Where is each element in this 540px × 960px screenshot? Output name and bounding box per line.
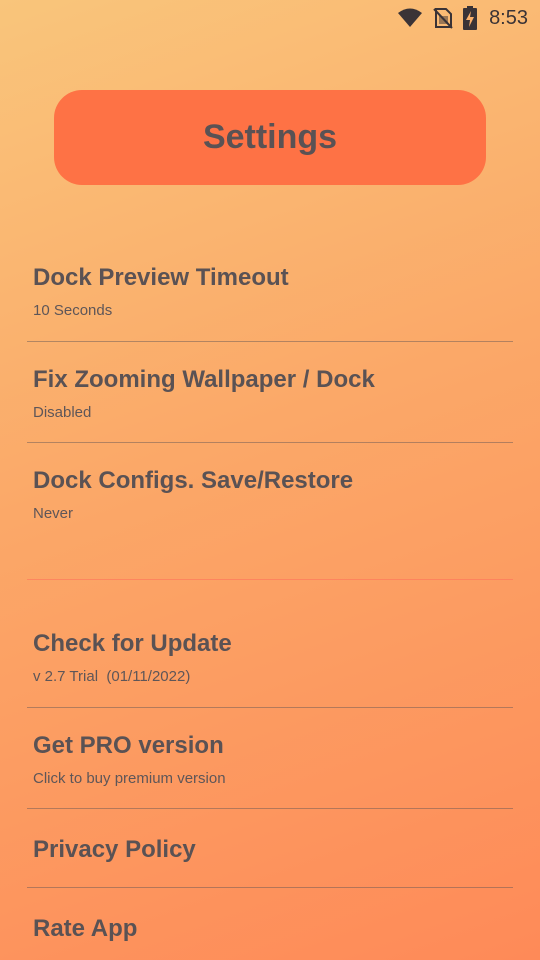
setting-subtitle: 10 Seconds [33,302,113,319]
setting-dock-configs-save-restore[interactable]: Dock Configs. Save/Restore Never [27,443,513,580]
status-time: 8:53 [489,6,528,29]
status-bar: 8:53 [0,0,540,36]
setting-rate-app[interactable]: Rate App [27,888,513,960]
setting-dock-preview-timeout[interactable]: Dock Preview Timeout 10 Seconds [27,240,513,342]
setting-title: Privacy Policy [33,836,196,863]
setting-title: Dock Configs. Save/Restore [33,467,354,494]
setting-get-pro-version[interactable]: Get PRO version Click to buy premium ver… [27,708,513,809]
setting-title: Dock Preview Timeout [33,264,289,291]
wifi-icon [397,8,423,28]
setting-subtitle: Click to buy premium version [33,770,226,787]
setting-subtitle: Never [33,505,74,522]
setting-title: Check for Update [33,630,232,657]
setting-title: Fix Zooming Wallpaper / Dock [33,366,375,393]
setting-privacy-policy[interactable]: Privacy Policy [27,809,513,888]
setting-title: Get PRO version [33,732,224,759]
battery-charging-icon [463,6,478,30]
setting-title: Rate App [33,915,138,942]
settings-title-banner: Settings [54,90,486,185]
setting-subtitle: v 2.7 Trial (01/11/2022) [33,668,191,685]
setting-fix-zooming-wallpaper[interactable]: Fix Zooming Wallpaper / Dock Disabled [27,342,513,443]
setting-check-for-update[interactable]: Check for Update v 2.7 Trial (01/11/2022… [27,580,513,708]
settings-list: Dock Preview Timeout 10 Seconds Fix Zoom… [27,240,513,960]
no-sim-icon [433,7,453,29]
page-title: Settings [202,118,338,156]
setting-subtitle: Disabled [33,404,92,421]
